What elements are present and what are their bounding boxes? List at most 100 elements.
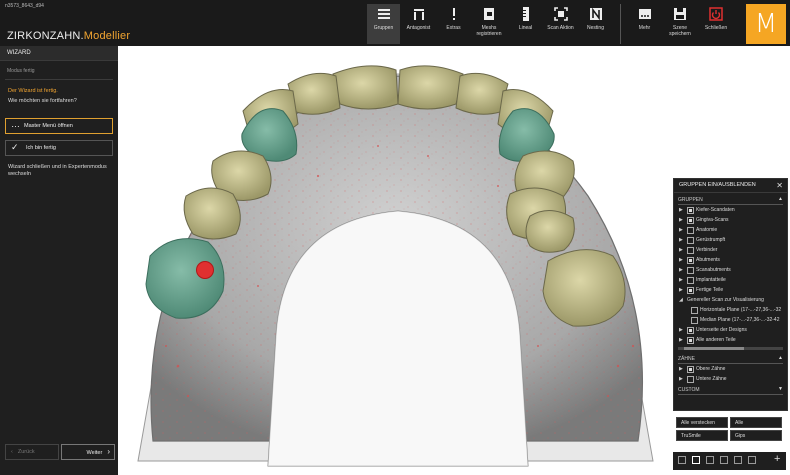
tool-meshs-button[interactable]: Meshs registrieren: [472, 4, 506, 44]
view-side-icon[interactable]: [706, 456, 714, 464]
tool-antagonist-button[interactable]: Antagonist: [402, 4, 435, 44]
checkbox[interactable]: [687, 327, 694, 334]
triangle-up-icon: ▲: [778, 196, 783, 202]
expand-arrow-icon[interactable]: ▶: [679, 275, 683, 285]
checkbox[interactable]: [687, 337, 694, 344]
view-top-icon[interactable]: [692, 456, 700, 464]
checkbox[interactable]: [687, 376, 694, 383]
expand-arrow-icon[interactable]: ▶: [679, 285, 683, 295]
more-dots-icon: [638, 9, 651, 19]
group-item-label: Implantatteile: [696, 277, 726, 283]
expand-arrow-icon[interactable]: ▶: [679, 255, 683, 265]
group-item[interactable]: ▶ Abutments: [674, 255, 787, 265]
expand-arrow-icon[interactable]: ▶: [679, 265, 683, 275]
expand-arrow-icon[interactable]: ▶: [679, 235, 683, 245]
expand-arrow-icon[interactable]: ▶: [679, 364, 683, 374]
tool-scan-aktion-button[interactable]: Scan Aktion: [544, 4, 577, 44]
groups-panel-title-text: GRUPPEN EIN/AUSBLENDEN: [679, 182, 756, 188]
groups-quick-buttons: Alle verstecken Alle TruSmile Gips: [673, 413, 786, 447]
tool-label: Meshs registrieren: [476, 25, 502, 37]
selection-marker[interactable]: [196, 261, 214, 279]
group-item[interactable]: ▶ Gerüstrumpft: [674, 235, 787, 245]
tooth-premolar: [183, 187, 241, 240]
3d-viewport[interactable]: [118, 46, 672, 475]
group-subitem[interactable]: Horizontale Plane (17-...-27,36-...-32: [674, 305, 787, 315]
group-item[interactable]: ▶ Kiefer-Scandaten: [674, 205, 787, 215]
tool-schliessen-button[interactable]: Schließen: [699, 4, 733, 44]
back-button[interactable]: ‹ Zurück: [5, 444, 59, 460]
power-icon: [709, 7, 723, 21]
tool-gruppen-button[interactable]: Gruppen: [367, 4, 400, 44]
view-right-icon[interactable]: [748, 456, 756, 464]
section-groups[interactable]: GRUPPEN ▲: [678, 196, 783, 205]
group-item[interactable]: ▶ Implantatteile: [674, 275, 787, 285]
view-front-icon[interactable]: [678, 456, 686, 464]
group-item[interactable]: ▶ Fertige Teile: [674, 285, 787, 295]
group-item[interactable]: ▶ Unterseite der Designs: [674, 325, 787, 335]
group-item-label: Unterseite der Designs: [696, 327, 747, 333]
section-custom[interactable]: CUSTOM ▼: [678, 386, 783, 395]
group-item[interactable]: ▶ Verbinder: [674, 245, 787, 255]
checkbox[interactable]: [691, 317, 698, 324]
expand-arrow-icon[interactable]: ▶: [679, 215, 683, 225]
tool-label: Antagonist: [406, 25, 431, 31]
view-left-icon[interactable]: [734, 456, 742, 464]
hide-all-button[interactable]: Alle verstecken: [676, 417, 728, 428]
group-item[interactable]: ▶ Scanabutments: [674, 265, 787, 275]
horizontal-scrollbar[interactable]: [678, 347, 783, 350]
group-subheader[interactable]: ◢ Genereller Scan zur Visualisierung: [674, 295, 787, 305]
expand-arrow-icon[interactable]: ▶: [679, 205, 683, 215]
checkbox[interactable]: [687, 257, 694, 264]
checkbox[interactable]: [691, 307, 698, 314]
section-groups-label: GRUPPEN: [678, 197, 703, 203]
expand-arrow-icon[interactable]: ▶: [679, 225, 683, 235]
checkbox[interactable]: [687, 287, 694, 294]
expand-arrow-icon[interactable]: ▶: [679, 325, 683, 335]
checkbox[interactable]: [687, 267, 694, 274]
group-item-label: Alle anderen Teile: [696, 337, 736, 343]
teeth-item[interactable]: ▶ Obere Zähne: [674, 364, 787, 374]
add-view-icon[interactable]: +: [774, 453, 780, 465]
trusmile-button[interactable]: TruSmile: [676, 430, 728, 441]
group-item[interactable]: ▶ Gingiva-Scans: [674, 215, 787, 225]
tool-szene-speichern-button[interactable]: Szene speichern: [663, 4, 697, 44]
section-teeth[interactable]: ZÄHNE ▲: [678, 355, 783, 364]
app-title-accent: Modellier: [83, 30, 131, 42]
group-item[interactable]: ▶ Alle anderen Teile: [674, 335, 787, 345]
exclamation-icon: [452, 8, 455, 20]
group-subheader-label: Genereller Scan zur Visualisierung: [687, 297, 764, 303]
group-subitem[interactable]: Median Plane (17-...-27,36-...-32-42: [674, 315, 787, 325]
collapse-arrow-icon[interactable]: ◢: [679, 295, 683, 305]
checkbox[interactable]: [687, 217, 694, 224]
expand-arrow-icon[interactable]: ▶: [679, 245, 683, 255]
expand-arrow-icon[interactable]: ▶: [679, 335, 683, 345]
triangle-up-icon: ▲: [778, 355, 783, 361]
tool-lineal-button[interactable]: Lineal: [509, 4, 542, 44]
tool-nesting-button[interactable]: Nesting: [579, 4, 612, 44]
master-menu-button[interactable]: … Master Menü öffnen: [5, 118, 113, 134]
group-item-label: Fertige Teile: [696, 287, 724, 293]
checkbox[interactable]: [687, 207, 694, 214]
next-button[interactable]: Weiter ›: [61, 444, 115, 460]
gips-button[interactable]: Gips: [730, 430, 782, 441]
expand-arrow-icon[interactable]: ▶: [679, 374, 683, 384]
tooth-molar: [542, 249, 626, 327]
group-item[interactable]: ▶ Anatomie: [674, 225, 787, 235]
wizard-question: Wie möchten sie fortfahren?: [8, 98, 77, 104]
checkbox[interactable]: [687, 237, 694, 244]
group-item-label: Scanabutments: [696, 267, 731, 273]
group-item-label: Anatomie: [696, 227, 718, 233]
close-icon[interactable]: ✕: [776, 179, 783, 192]
teeth-item[interactable]: ▶ Untere Zähne: [674, 374, 787, 384]
tool-label: Lineal: [518, 25, 533, 31]
view-back-icon[interactable]: [720, 456, 728, 464]
checkbox[interactable]: [687, 366, 694, 373]
checkbox[interactable]: [687, 227, 694, 234]
tool-mehr-button[interactable]: Mehr: [628, 4, 661, 44]
master-menu-label: Master Menü öffnen: [24, 123, 73, 129]
checkbox[interactable]: [687, 247, 694, 254]
tool-extras-button[interactable]: Extras: [437, 4, 470, 44]
done-button[interactable]: ✓ Ich bin fertig: [5, 140, 113, 156]
all-button[interactable]: Alle: [730, 417, 782, 428]
checkbox[interactable]: [687, 277, 694, 284]
